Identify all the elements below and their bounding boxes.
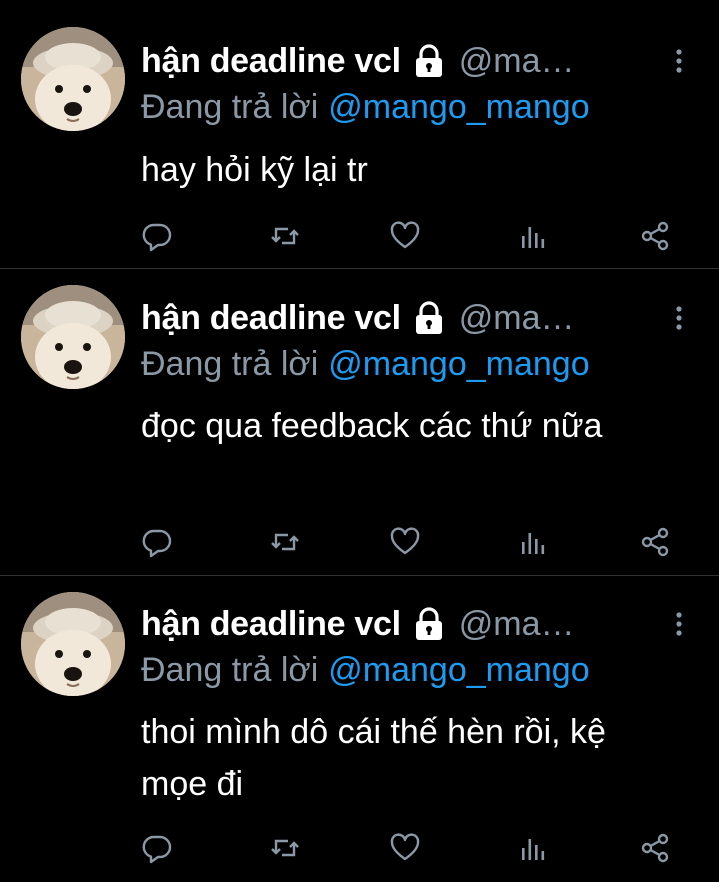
avatar[interactable]	[21, 27, 125, 131]
reply-icon[interactable]	[141, 526, 173, 558]
reply-mention-link[interactable]: @mango_mango	[328, 651, 589, 689]
retweet-icon[interactable]	[269, 220, 301, 252]
reply-prefix: Đang trả lời	[141, 651, 319, 689]
replying-to: Đang trả lời @mango_mango	[141, 651, 590, 690]
display-name[interactable]: hận deadline vcl	[141, 299, 401, 338]
reply-icon[interactable]	[141, 220, 173, 252]
share-icon[interactable]	[639, 526, 671, 558]
like-icon[interactable]	[389, 832, 421, 864]
lock-icon	[411, 300, 447, 336]
tweet[interactable]: hận deadline vcl @ma… Đang trả lời @mango…	[0, 268, 719, 575]
tweet-text: đọc qua feedback các thứ nữa	[141, 407, 603, 445]
tweet-text: hay hỏi kỹ lại tr	[141, 151, 368, 189]
analytics-icon[interactable]	[517, 832, 549, 864]
display-name[interactable]: hận deadline vcl	[141, 42, 401, 81]
tweet[interactable]: hận deadline vcl @ma… Đang trả lời @mango…	[0, 0, 719, 268]
analytics-icon[interactable]	[517, 526, 549, 558]
reply-mention-link[interactable]: @mango_mango	[328, 88, 589, 126]
reply-prefix: Đang trả lời	[141, 88, 319, 126]
tweet[interactable]: hận deadline vcl @ma… Đang trả lời @mango…	[0, 575, 719, 882]
more-options-icon[interactable]	[672, 47, 686, 75]
tweet-text: thoi mình dô cái thế hèn rồi, kệ mọe đi	[141, 713, 606, 803]
tweet-feed: hận deadline vcl @ma… Đang trả lời @mango…	[0, 0, 719, 882]
analytics-icon[interactable]	[517, 220, 549, 252]
retweet-icon[interactable]	[269, 526, 301, 558]
lock-icon	[411, 606, 447, 642]
author-row: hận deadline vcl @ma…	[141, 36, 574, 86]
handle[interactable]: @ma…	[459, 299, 575, 338]
avatar[interactable]	[21, 592, 125, 696]
reply-prefix: Đang trả lời	[141, 345, 319, 383]
handle[interactable]: @ma…	[459, 605, 575, 644]
like-icon[interactable]	[389, 526, 421, 558]
reply-icon[interactable]	[141, 832, 173, 864]
more-options-icon[interactable]	[672, 610, 686, 638]
retweet-icon[interactable]	[269, 832, 301, 864]
display-name[interactable]: hận deadline vcl	[141, 605, 401, 644]
tweet-actions	[141, 832, 681, 868]
handle[interactable]: @ma…	[459, 42, 575, 81]
replying-to: Đang trả lời @mango_mango	[141, 345, 590, 384]
reply-mention-link[interactable]: @mango_mango	[328, 345, 589, 383]
like-icon[interactable]	[389, 220, 421, 252]
tweet-actions	[141, 220, 681, 256]
tweet-actions	[141, 526, 681, 562]
more-options-icon[interactable]	[672, 304, 686, 332]
replying-to: Đang trả lời @mango_mango	[141, 88, 590, 127]
lock-icon	[411, 43, 447, 79]
share-icon[interactable]	[639, 220, 671, 252]
share-icon[interactable]	[639, 832, 671, 864]
author-row: hận deadline vcl @ma…	[141, 599, 574, 649]
avatar[interactable]	[21, 285, 125, 389]
author-row: hận deadline vcl @ma…	[141, 293, 574, 343]
